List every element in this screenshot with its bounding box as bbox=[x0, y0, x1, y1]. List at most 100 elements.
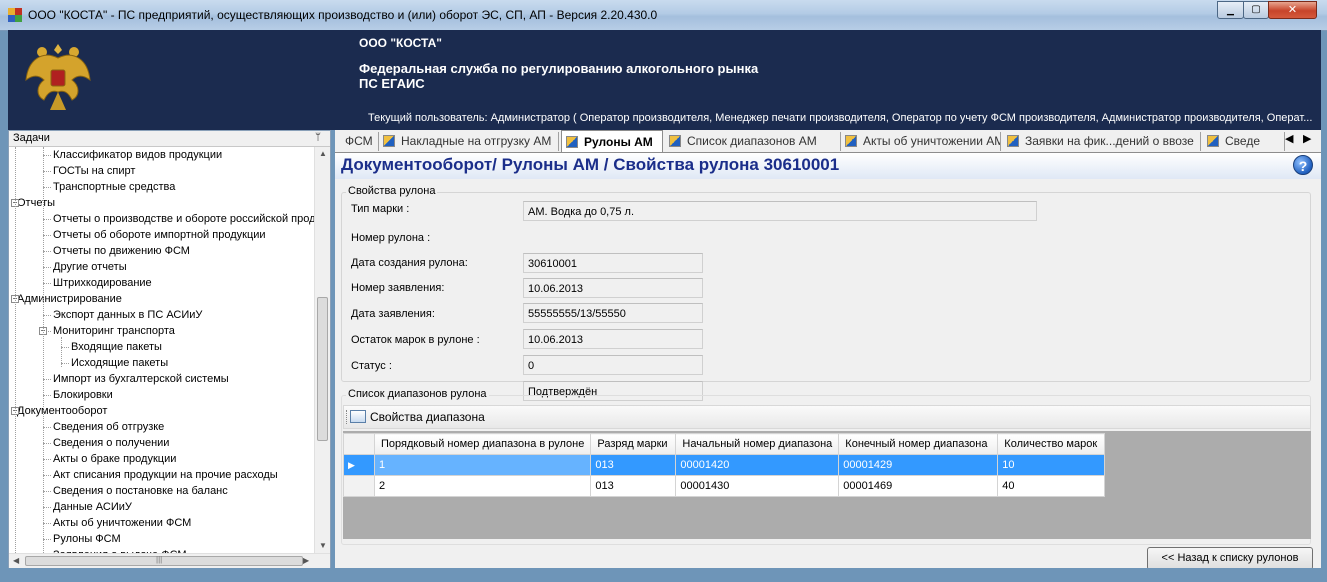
tree-item[interactable]: Блокировки bbox=[53, 387, 113, 403]
table-cell[interactable]: 013 bbox=[590, 454, 677, 476]
tree-item[interactable]: Рулоны ФСМ bbox=[53, 531, 121, 547]
property-value: 0 bbox=[523, 355, 703, 375]
pin-icon[interactable]: ᛘ bbox=[315, 132, 321, 143]
tab-0[interactable]: ФСМ bbox=[341, 132, 379, 151]
tasks-horizontal-scrollbar[interactable]: ◀ ||| ▶ bbox=[9, 553, 330, 568]
table-cell[interactable]: 10 bbox=[997, 454, 1106, 476]
current-row-arrow-icon: ▶ bbox=[348, 460, 355, 470]
roll-properties-legend: Свойства рулона bbox=[346, 185, 438, 197]
tree-item[interactable]: Входящие пакеты bbox=[71, 339, 162, 355]
page-title: Документооборот/ Рулоны АМ / Свойства ру… bbox=[341, 155, 840, 174]
horizontal-scroll-thumb[interactable]: ||| bbox=[25, 555, 303, 566]
property-value: АМ. Водка до 0,75 л. bbox=[523, 201, 1037, 221]
table-row[interactable]: 2 013 00001430 00001469 40 bbox=[343, 475, 1106, 497]
current-row-arrow-icon bbox=[344, 481, 348, 491]
property-label: Статус : bbox=[351, 360, 392, 372]
tab-scroll-left-icon[interactable]: ◀ bbox=[1285, 132, 1293, 145]
close-button[interactable]: ✕ bbox=[1268, 1, 1317, 19]
tree-item[interactable]: Отчеты о производстве и обороте российск… bbox=[53, 211, 314, 227]
row-selector[interactable]: ▶ bbox=[343, 454, 375, 476]
document-tab-icon bbox=[383, 135, 395, 147]
tree-connector bbox=[43, 171, 51, 172]
tree-connector bbox=[43, 155, 51, 156]
table-cell[interactable]: 00001420 bbox=[675, 454, 840, 476]
back-to-rolls-button[interactable]: << Назад к списку рулонов bbox=[1147, 547, 1313, 570]
column-header[interactable]: Конечный номер диапазона bbox=[838, 433, 999, 455]
tree-connector bbox=[43, 283, 51, 284]
ranges-table: Порядковый номер диапазона в рулоне Разря… bbox=[343, 433, 1106, 497]
tree-item[interactable]: Документооборот bbox=[17, 403, 107, 419]
tree-item[interactable]: Данные АСИиУ bbox=[53, 499, 132, 515]
minimize-button[interactable]: ▁ bbox=[1217, 1, 1244, 19]
tree-item[interactable]: Импорт из бухгалтерской системы bbox=[53, 371, 229, 387]
ranges-table-header: Порядковый номер диапазона в рулоне Разря… bbox=[343, 433, 1106, 455]
document-tab-icon bbox=[1207, 135, 1219, 147]
tree-item[interactable]: Сведения о постановке на баланс bbox=[53, 483, 228, 499]
table-cell[interactable]: 013 bbox=[590, 475, 677, 497]
tree-item[interactable]: Мониторинг транспорта bbox=[53, 323, 175, 339]
row-selector[interactable] bbox=[343, 475, 375, 497]
table-cell[interactable]: 40 bbox=[997, 475, 1106, 497]
tree-item[interactable]: Акт списания продукции на прочие расходы bbox=[53, 467, 278, 483]
tree-item[interactable]: Отчеты по движению ФСМ bbox=[53, 243, 190, 259]
tab-label: Акты об уничтожении АМ bbox=[863, 134, 1001, 148]
scroll-right-arrow-icon[interactable]: ▶ bbox=[303, 556, 309, 565]
tree-item[interactable]: Экспорт данных в ПС АСИиУ bbox=[53, 307, 202, 323]
tree-item[interactable]: Другие отчеты bbox=[53, 259, 127, 275]
maximize-button[interactable]: ▢ bbox=[1243, 1, 1269, 19]
tab-2[interactable]: Рулоны АМ bbox=[561, 130, 663, 152]
tree-item[interactable]: Классификатор видов продукции bbox=[53, 147, 222, 163]
tree-item[interactable]: Акты об уничтожении ФСМ bbox=[53, 515, 191, 531]
tree-item[interactable]: Акты о браке продукции bbox=[53, 451, 176, 467]
tree-connector bbox=[43, 379, 51, 380]
column-header[interactable]: Начальный номер диапазона bbox=[675, 433, 840, 455]
tree-item[interactable]: ГОСТы на спирт bbox=[53, 163, 135, 179]
tree-item[interactable]: Штрихкодирование bbox=[53, 275, 152, 291]
tab-5[interactable]: Заявки на фик...дений о ввозе bbox=[1003, 132, 1201, 151]
column-header[interactable]: Разряд марки bbox=[590, 433, 677, 455]
tree-connector bbox=[43, 267, 51, 268]
tree-connector bbox=[43, 147, 44, 553]
ranges-grid: Порядковый номер диапазона в рулоне Разря… bbox=[343, 431, 1311, 539]
property-label: Номер рулона : bbox=[351, 232, 431, 244]
tab-6[interactable]: Сведе bbox=[1203, 132, 1285, 151]
tab-scroll-right-icon[interactable]: ▶ bbox=[1303, 132, 1311, 145]
tree-item[interactable]: Транспортные средства bbox=[53, 179, 175, 195]
column-header[interactable]: Порядковый номер диапазона в рулоне bbox=[373, 433, 592, 455]
property-value: 30610001 bbox=[523, 253, 703, 273]
help-icon[interactable]: ? bbox=[1293, 155, 1313, 175]
tree-item[interactable]: Сведения об отгрузке bbox=[53, 419, 164, 435]
vertical-scroll-thumb[interactable] bbox=[317, 297, 328, 441]
scroll-left-arrow-icon[interactable]: ◀ bbox=[13, 556, 19, 565]
organization-name: ООО "КОСТА" bbox=[359, 36, 442, 50]
tab-4[interactable]: Акты об уничтожении АМ bbox=[841, 132, 1001, 151]
table-cell[interactable]: 00001429 bbox=[838, 454, 999, 476]
tree-connector bbox=[43, 475, 51, 476]
tasks-vertical-scrollbar[interactable]: ▲ ▼ bbox=[314, 147, 330, 553]
scroll-up-arrow-icon[interactable]: ▲ bbox=[319, 149, 327, 158]
tree-connector bbox=[61, 337, 62, 367]
agency-line-1: Федеральная служба по регулированию алко… bbox=[359, 61, 759, 76]
scroll-down-arrow-icon[interactable]: ▼ bbox=[319, 541, 327, 550]
table-cell[interactable]: 1 bbox=[373, 454, 592, 476]
main-content: Свойства рулона Тип марки : АМ. Водка до … bbox=[335, 179, 1321, 570]
property-label: Дата заявления: bbox=[351, 308, 435, 320]
current-user-info: Текущий пользователь: Администратор ( Оп… bbox=[368, 112, 1313, 124]
table-cell[interactable]: 00001469 bbox=[838, 475, 999, 497]
tree-connector bbox=[43, 539, 51, 540]
tree-connector bbox=[43, 395, 51, 396]
tree-item[interactable]: Отчеты bbox=[17, 195, 55, 211]
table-row[interactable]: ▶ 1 013 00001420 00001429 10 bbox=[343, 454, 1106, 476]
table-cell[interactable]: 2 bbox=[373, 475, 592, 497]
tree-item[interactable]: Отчеты об обороте импортной продукции bbox=[53, 227, 266, 243]
tab-3[interactable]: Список диапазонов АМ bbox=[665, 132, 841, 151]
column-header[interactable]: Количество марок bbox=[997, 433, 1106, 455]
document-tabs: ФСМ Накладные на отгрузку АМ Рулоны АМ Спис… bbox=[335, 130, 1321, 153]
app-icon bbox=[8, 8, 22, 22]
tree-item[interactable]: Исходящие пакеты bbox=[71, 355, 168, 371]
tab-1[interactable]: Накладные на отгрузку АМ bbox=[379, 132, 559, 151]
tree-item[interactable]: Сведения о получении bbox=[53, 435, 169, 451]
tree-item[interactable]: Администрирование bbox=[17, 291, 122, 307]
range-properties-button[interactable]: Свойства диапазона bbox=[350, 409, 485, 425]
table-cell[interactable]: 00001430 bbox=[675, 475, 840, 497]
